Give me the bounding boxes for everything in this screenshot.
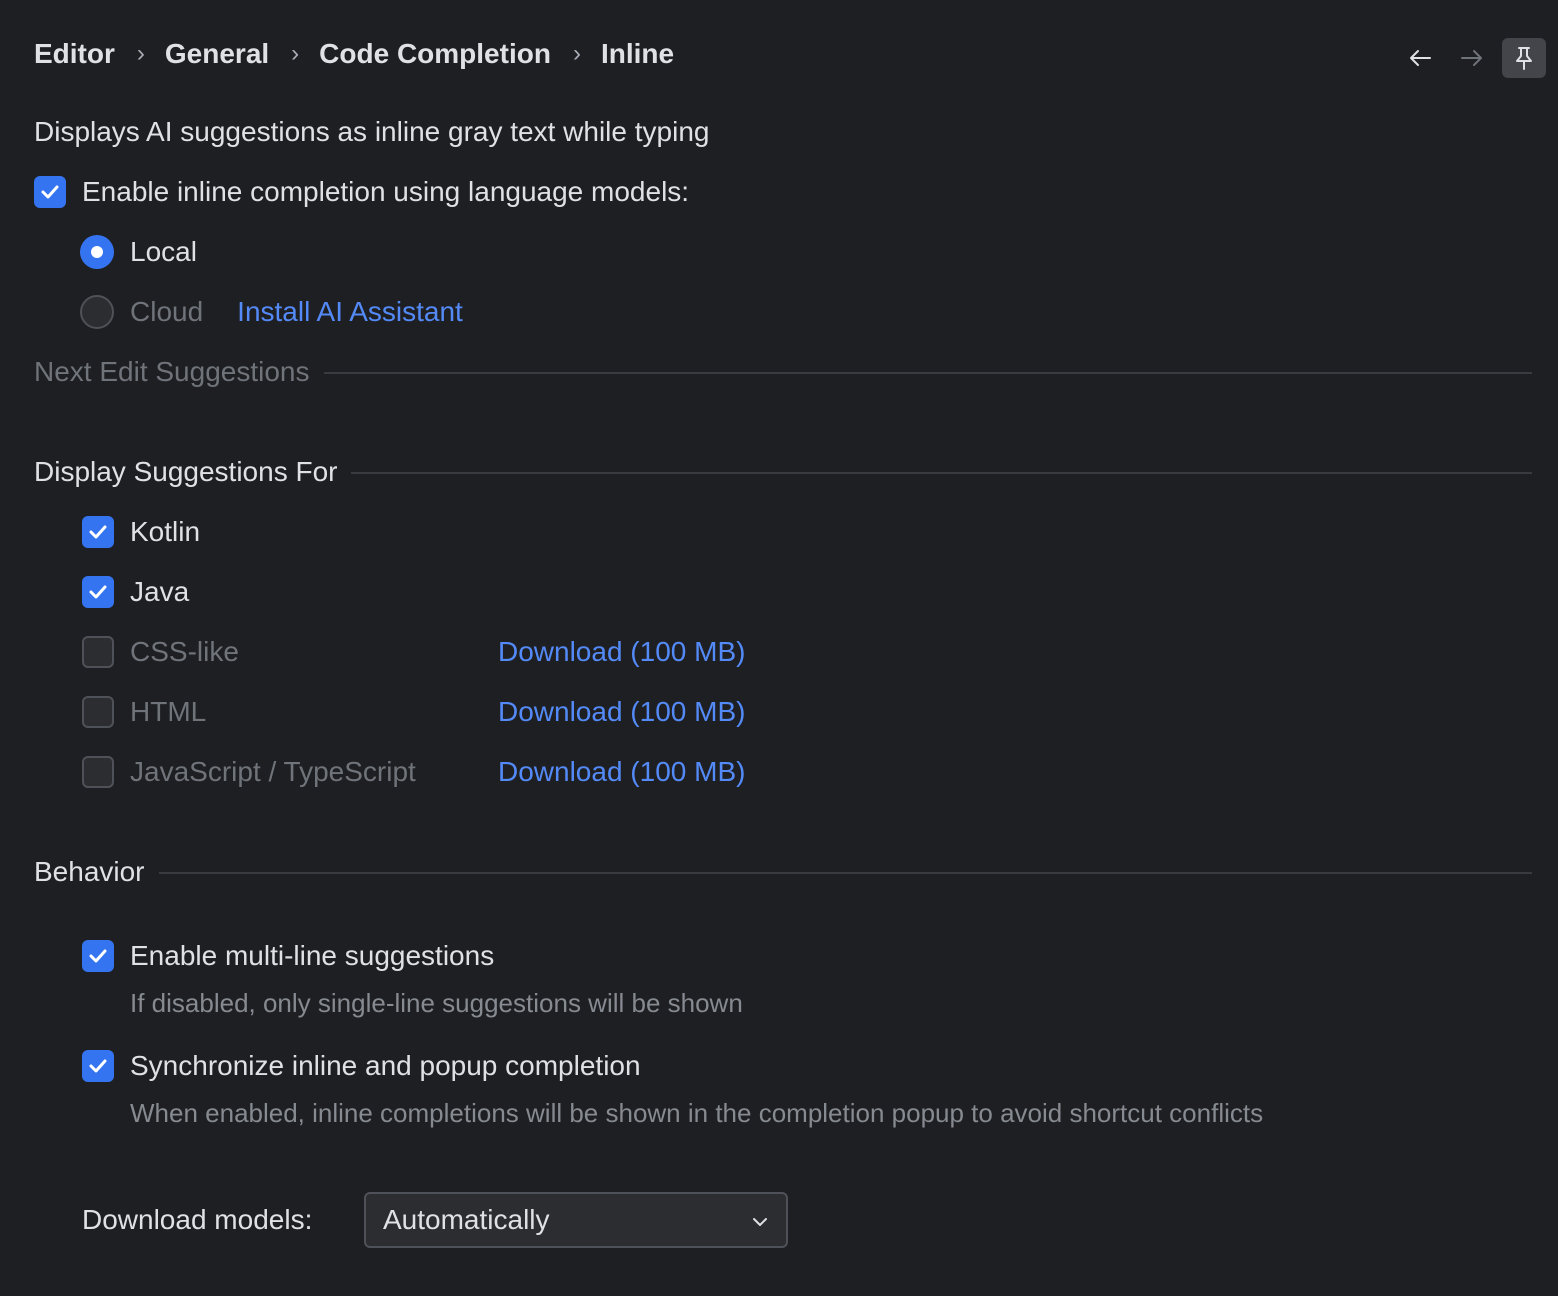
breadcrumb-item-code-completion[interactable]: Code Completion — [319, 38, 551, 70]
chevron-down-icon — [753, 1218, 767, 1226]
checkmark-icon — [89, 585, 107, 599]
multiline-suggestions-hint: If disabled, only single-line suggestion… — [130, 988, 743, 1018]
breadcrumb-item-inline: Inline — [600, 38, 675, 69]
language-label: Java — [130, 576, 190, 607]
checkmark-icon — [89, 525, 107, 539]
language-label: JavaScript / TypeScript — [130, 756, 416, 787]
checkbox-disabled — [82, 636, 114, 668]
radio-button-selected[interactable] — [80, 235, 114, 269]
language-kotlin-checkbox[interactable]: Kotlin — [82, 512, 200, 552]
section-divider — [158, 872, 1532, 874]
language-css-like-checkbox: CSS-like — [82, 632, 239, 672]
breadcrumb-separator: › — [572, 40, 581, 67]
checkbox-checked[interactable] — [82, 940, 114, 972]
back-button[interactable] — [1398, 38, 1442, 78]
arrow-right-icon — [1461, 50, 1482, 66]
section-title: Next Edit Suggestions — [34, 356, 310, 387]
language-label: HTML — [130, 696, 207, 727]
section-title: Display Suggestions For — [34, 456, 338, 487]
download-models-dropdown[interactable]: Automatically — [364, 1192, 788, 1248]
section-title: Behavior — [34, 856, 145, 887]
page-description: Displays AI suggestions as inline gray t… — [34, 116, 710, 147]
checkmark-icon — [41, 185, 59, 199]
checkbox-disabled — [82, 696, 114, 728]
navigation-buttons — [1398, 38, 1546, 78]
checkmark-icon — [89, 949, 107, 963]
synchronize-completion-checkbox[interactable]: Synchronize inline and popup completion — [82, 1046, 641, 1086]
pin-icon — [1516, 47, 1532, 70]
multiline-suggestions-checkbox[interactable]: Enable multi-line suggestions — [82, 936, 494, 976]
download-html-link[interactable]: Download (100 MB) — [498, 692, 745, 732]
section-next-edit-suggestions: Next Edit Suggestions — [34, 352, 1532, 392]
radio-local[interactable]: Local — [80, 232, 197, 272]
checkbox-checked[interactable] — [34, 176, 66, 208]
checkmark-icon — [89, 1059, 107, 1073]
checkbox-disabled — [82, 756, 114, 788]
synchronize-completion-hint: When enabled, inline completions will be… — [130, 1098, 1264, 1128]
pin-button[interactable] — [1502, 38, 1546, 78]
breadcrumb-separator: › — [136, 40, 145, 67]
section-divider — [351, 472, 1532, 474]
checkbox-checked[interactable] — [82, 516, 114, 548]
section-display-suggestions-for: Display Suggestions For — [34, 452, 1532, 492]
language-html-checkbox: HTML — [82, 692, 206, 732]
checkbox-checked[interactable] — [82, 576, 114, 608]
language-java-checkbox[interactable]: Java — [82, 572, 189, 612]
breadcrumb-item-editor[interactable]: Editor — [34, 38, 115, 70]
breadcrumb-separator: › — [291, 40, 300, 67]
breadcrumb-item-general[interactable]: General — [165, 38, 269, 70]
language-javascript-typescript-checkbox: JavaScript / TypeScript — [82, 752, 416, 792]
radio-local-label: Local — [130, 236, 197, 267]
download-javascript-typescript-link[interactable]: Download (100 MB) — [498, 752, 745, 792]
language-label: Kotlin — [130, 516, 201, 547]
section-behavior: Behavior — [34, 852, 1532, 892]
arrow-left-icon — [1410, 50, 1431, 66]
section-divider — [323, 372, 1532, 374]
enable-inline-completion-label: Enable inline completion using language … — [82, 176, 690, 207]
install-ai-assistant-link[interactable]: Install AI Assistant — [237, 296, 463, 328]
radio-button-disabled — [80, 295, 114, 329]
enable-inline-completion-checkbox[interactable]: Enable inline completion using language … — [34, 172, 689, 212]
download-models-label: Download models: — [82, 1204, 313, 1235]
breadcrumb: Editor › General › Code Completion › Inl… — [34, 34, 674, 74]
settings-panel: Editor › General › Code Completion › Inl… — [0, 0, 1558, 1296]
multiline-suggestions-label: Enable multi-line suggestions — [130, 940, 495, 971]
radio-cloud-label: Cloud — [130, 296, 204, 327]
checkbox-checked[interactable] — [82, 1050, 114, 1082]
forward-button[interactable] — [1450, 38, 1494, 78]
synchronize-completion-label: Synchronize inline and popup completion — [130, 1050, 641, 1081]
language-label: CSS-like — [130, 636, 239, 667]
radio-cloud: Cloud Install AI Assistant — [80, 292, 463, 332]
dropdown-selected-value: Automatically — [383, 1204, 550, 1235]
download-css-like-link[interactable]: Download (100 MB) — [498, 632, 745, 672]
